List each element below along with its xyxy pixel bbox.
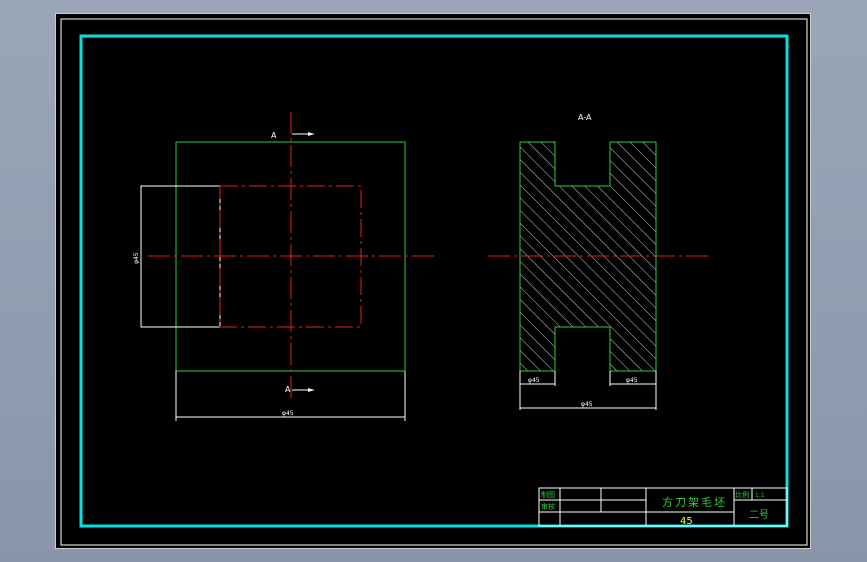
outer-border [60, 18, 808, 546]
title-row1-label: 制图 [541, 490, 555, 499]
section-marker-bottom: A [285, 385, 291, 394]
section-dim-overall-label: φ45 [581, 401, 593, 408]
section-view: A-A φ45 φ45 φ45 [488, 113, 708, 410]
front-view: A A φ45 φ45 [133, 112, 434, 421]
front-dim-width-label: φ45 [282, 410, 294, 417]
drawing-frame [79, 34, 789, 528]
material: 45 [680, 516, 693, 527]
drawing-viewport[interactable]: A A φ45 φ45 A-A φ45 φ45 φ45 制图 审核 方刀架毛坯 … [55, 13, 811, 549]
title-row2-label: 审核 [541, 502, 555, 511]
section-dim-bottom-left-label: φ45 [528, 377, 540, 384]
section-dim-bottom-right-label: φ45 [626, 377, 638, 384]
part-name: 方刀架毛坯 [662, 495, 727, 509]
section-marker-top: A [271, 131, 277, 140]
scale-label: 比例 [735, 490, 749, 499]
section-arrowhead-bottom [308, 388, 314, 392]
front-dim-side-label: φ45 [133, 252, 140, 264]
cad-drawing: A A φ45 φ45 A-A φ45 φ45 φ45 制图 审核 方刀架毛坯 … [60, 18, 808, 546]
section-arrowhead-top [308, 132, 314, 136]
scale-value: 1:1 [755, 492, 765, 499]
sheet-size: 二号 [749, 509, 769, 521]
title-block: 制图 审核 方刀架毛坯 45 比例 1:1 二号 [538, 487, 788, 527]
section-view-label: A-A [578, 113, 592, 122]
